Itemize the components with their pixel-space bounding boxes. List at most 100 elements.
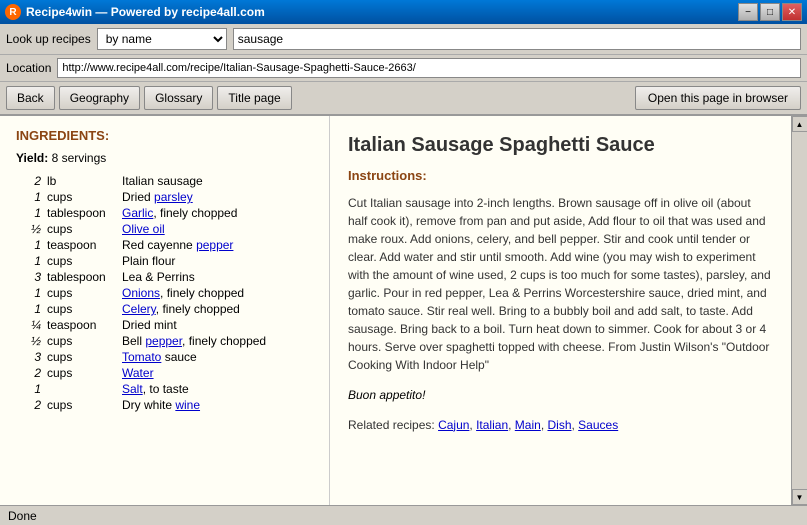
ingredient-link[interactable]: Celery <box>122 302 156 316</box>
search-type-select[interactable]: by name by ingredient by category <box>97 28 227 50</box>
table-row: 1Salt, to taste <box>16 381 313 397</box>
recipe-panel: Italian Sausage Spaghetti Sauce Instruct… <box>330 116 791 505</box>
geography-button[interactable]: Geography <box>59 86 140 110</box>
yield-value: 8 servings <box>52 151 107 165</box>
ingredient-qty: 1 <box>16 189 44 205</box>
ingredient-unit: lb <box>44 173 119 189</box>
ingredient-unit: cups <box>44 349 119 365</box>
ingredient-unit: cups <box>44 333 119 349</box>
back-button[interactable]: Back <box>6 86 55 110</box>
ingredient-name: Dried parsley <box>119 189 313 205</box>
ingredient-qty: ½ <box>16 221 44 237</box>
table-row: 1cupsPlain flour <box>16 253 313 269</box>
table-row: 3cupsTomato sauce <box>16 349 313 365</box>
ingredient-qty: 3 <box>16 269 44 285</box>
table-row: 1teaspoonRed cayenne pepper <box>16 237 313 253</box>
maximize-button[interactable]: □ <box>760 3 780 21</box>
ingredient-qty: 1 <box>16 285 44 301</box>
close-button[interactable]: ✕ <box>782 3 802 21</box>
ingredient-qty: 2 <box>16 173 44 189</box>
ingredient-qty: ¼ <box>16 317 44 333</box>
ingredient-qty: 1 <box>16 301 44 317</box>
yield-text: Yield: 8 servings <box>16 151 313 165</box>
related-label: Related recipes: <box>348 418 435 432</box>
related-link[interactable]: Sauces <box>578 418 618 432</box>
ingredient-unit: teaspoon <box>44 317 119 333</box>
location-label: Location <box>6 61 51 75</box>
instructions-label: Instructions: <box>348 166 773 186</box>
window-title: Recipe4win — Powered by recipe4all.com <box>26 5 265 19</box>
ingredient-link[interactable]: Olive oil <box>122 222 165 236</box>
ingredient-qty: 1 <box>16 237 44 253</box>
ingredient-unit: cups <box>44 189 119 205</box>
ingredient-name: Lea & Perrins <box>119 269 313 285</box>
status-bar: Done <box>0 505 807 525</box>
table-row: 3tablespoonLea & Perrins <box>16 269 313 285</box>
ingredient-link[interactable]: Salt <box>122 382 143 396</box>
table-row: ¼teaspoonDried mint <box>16 317 313 333</box>
scroll-down-arrow[interactable]: ▼ <box>792 489 807 505</box>
related-link[interactable]: Main <box>515 418 541 432</box>
button-row: Back Geography Glossary Title page Open … <box>0 82 807 116</box>
table-row: ½cupsBell pepper, finely chopped <box>16 333 313 349</box>
ingredient-unit: cups <box>44 365 119 381</box>
ingredient-unit: tablespoon <box>44 205 119 221</box>
ingredient-link[interactable]: Onions <box>122 286 160 300</box>
scroll-up-arrow[interactable]: ▲ <box>792 116 807 132</box>
ingredient-link[interactable]: Tomato <box>122 350 161 364</box>
window-controls: − □ ✕ <box>738 3 802 21</box>
table-row: 2lbItalian sausage <box>16 173 313 189</box>
search-input[interactable] <box>233 28 801 50</box>
recipe-body: Cut Italian sausage into 2-inch lengths.… <box>348 194 773 374</box>
ingredient-name: Olive oil <box>119 221 313 237</box>
ingredient-unit: cups <box>44 301 119 317</box>
scrollbar[interactable]: ▲ ▼ <box>791 116 807 505</box>
table-row: 1cupsDried parsley <box>16 189 313 205</box>
ingredients-panel: INGREDIENTS: Yield: 8 servings 2lbItalia… <box>0 116 330 505</box>
ingredients-title: INGREDIENTS: <box>16 128 313 143</box>
ingredient-qty: 2 <box>16 397 44 413</box>
ingredient-unit <box>44 381 119 397</box>
ingredient-unit: tablespoon <box>44 269 119 285</box>
ingredient-unit: teaspoon <box>44 237 119 253</box>
related-link[interactable]: Italian <box>476 418 508 432</box>
table-row: 1cupsOnions, finely chopped <box>16 285 313 301</box>
ingredient-name: Dried mint <box>119 317 313 333</box>
yield-label: Yield: <box>16 151 48 165</box>
title-page-button[interactable]: Title page <box>217 86 291 110</box>
ingredients-table: 2lbItalian sausage1cupsDried parsley1tab… <box>16 173 313 413</box>
glossary-button[interactable]: Glossary <box>144 86 213 110</box>
ingredient-name: Dry white wine <box>119 397 313 413</box>
ingredient-name: Water <box>119 365 313 381</box>
ingredient-name: Red cayenne pepper <box>119 237 313 253</box>
related-link[interactable]: Dish <box>547 418 571 432</box>
ingredient-link[interactable]: parsley <box>154 190 193 204</box>
ingredient-link[interactable]: Water <box>122 366 154 380</box>
ingredient-name: Italian sausage <box>119 173 313 189</box>
related-link[interactable]: Cajun <box>438 418 469 432</box>
ingredient-qty: ½ <box>16 333 44 349</box>
ingredient-link[interactable]: wine <box>175 398 200 412</box>
ingredient-qty: 1 <box>16 253 44 269</box>
ingredient-name: Plain flour <box>119 253 313 269</box>
table-row: ½cupsOlive oil <box>16 221 313 237</box>
ingredient-link[interactable]: Garlic <box>122 206 153 220</box>
ingredient-qty: 3 <box>16 349 44 365</box>
location-bar: Location <box>0 55 807 82</box>
ingredient-name: Onions, finely chopped <box>119 285 313 301</box>
minimize-button[interactable]: − <box>738 3 758 21</box>
ingredient-unit: cups <box>44 253 119 269</box>
table-row: 2cupsDry white wine <box>16 397 313 413</box>
table-row: 2cupsWater <box>16 365 313 381</box>
table-row: 1cupsCelery, finely chopped <box>16 301 313 317</box>
location-input[interactable] <box>57 58 801 78</box>
ingredient-link[interactable]: pepper <box>145 334 182 348</box>
toolbar: Look up recipes by name by ingredient by… <box>0 24 807 55</box>
buon-appetito: Buon appetito! <box>348 386 773 404</box>
ingredient-unit: cups <box>44 221 119 237</box>
ingredient-qty: 2 <box>16 365 44 381</box>
ingredient-qty: 1 <box>16 381 44 397</box>
open-browser-button[interactable]: Open this page in browser <box>635 86 801 110</box>
ingredient-link[interactable]: pepper <box>196 238 233 252</box>
scroll-track[interactable] <box>792 132 807 489</box>
